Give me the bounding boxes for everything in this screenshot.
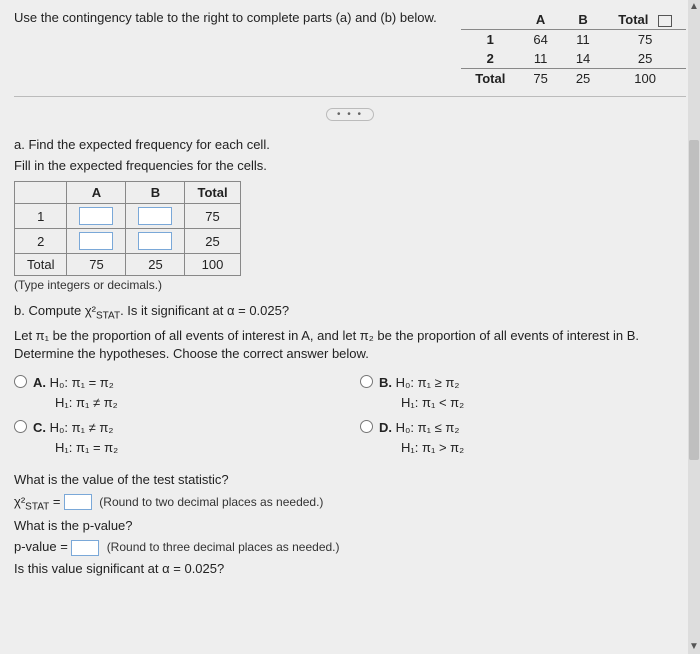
question-header: Use the contingency table to the right t… <box>14 10 686 97</box>
option-d[interactable]: D. H₀: π₁ ≤ π₂ H₁: π₁ > π₂ <box>360 418 686 457</box>
ct-row2-total: 25 <box>604 49 686 69</box>
part-a: a. Find the expected frequency for each … <box>14 136 686 292</box>
ct-row1-label: 1 <box>461 30 519 50</box>
ef-col-b: B <box>126 182 185 204</box>
ef-col-a: A <box>67 182 126 204</box>
ct-col-total: Total <box>604 10 686 30</box>
hypothesis-intro: Let π₁ be the proportion of all events o… <box>14 327 686 363</box>
pvalue-question: What is the p-value? <box>14 517 686 535</box>
ct-row1-total: 75 <box>604 30 686 50</box>
part-b: b. Compute χ²STAT. Is it significant at … <box>14 302 686 577</box>
test-stat-line: χ²STAT = (Round to two decimal places as… <box>14 493 686 515</box>
part-b-title: b. Compute χ²STAT. Is it significant at … <box>14 302 686 324</box>
ct-row2-a: 11 <box>519 49 561 69</box>
ef-blank <box>15 182 67 204</box>
ef-col-total: Total <box>185 182 240 204</box>
expected-frequency-table: A B Total 1 75 2 25 Total 75 25 100 <box>14 181 241 276</box>
ct-rowt-b: 25 <box>562 69 604 89</box>
ct-row1-b: 11 <box>562 30 604 50</box>
ef-row2-label: 2 <box>15 229 67 254</box>
ct-row1-a: 64 <box>519 30 561 50</box>
ef-row1-label: 1 <box>15 204 67 229</box>
ef-rowt-total: 100 <box>185 254 240 276</box>
ct-col-a: A <box>519 10 561 30</box>
scroll-up-arrow[interactable]: ▲ <box>688 0 700 14</box>
ct-blank-header <box>461 10 519 30</box>
test-stat-question: What is the value of the test statistic? <box>14 471 686 489</box>
ef-rowt-a: 75 <box>67 254 126 276</box>
pvalue-line: p-value = (Round to three decimal places… <box>14 538 686 556</box>
ct-rowt-a: 75 <box>519 69 561 89</box>
ef-row2-total: 25 <box>185 229 240 254</box>
ef-input-2a[interactable] <box>79 232 113 250</box>
ef-input-1b[interactable] <box>138 207 172 225</box>
radio-a[interactable] <box>14 375 27 388</box>
ellipsis-icon: • • • <box>326 108 374 121</box>
ct-rowt-label: Total <box>461 69 519 89</box>
option-b[interactable]: B. H₀: π₁ ≥ π₂ H₁: π₁ < π₂ <box>360 373 686 412</box>
radio-c[interactable] <box>14 420 27 433</box>
ef-row1-total: 75 <box>185 204 240 229</box>
option-c[interactable]: C. H₀: π₁ ≠ π₂ H₁: π₁ = π₂ <box>14 418 340 457</box>
part-a-subtitle: Fill in the expected frequencies for the… <box>14 157 686 175</box>
radio-b[interactable] <box>360 375 373 388</box>
significance-question: Is this value significant at α = 0.025? <box>14 560 686 578</box>
part-a-hint: (Type integers or decimals.) <box>14 278 686 292</box>
scroll-thumb[interactable] <box>689 140 699 460</box>
radio-d[interactable] <box>360 420 373 433</box>
ef-rowt-label: Total <box>15 254 67 276</box>
ct-row2-b: 14 <box>562 49 604 69</box>
option-a[interactable]: A. H₀: π₁ = π₂ H₁: π₁ ≠ π₂ <box>14 373 340 412</box>
prompt-text: Use the contingency table to the right t… <box>14 10 461 25</box>
ef-rowt-b: 25 <box>126 254 185 276</box>
options-grid: A. H₀: π₁ = π₂ H₁: π₁ ≠ π₂ B. H₀: π₁ ≥ π… <box>14 373 686 457</box>
ellipsis-divider[interactable]: • • • <box>14 105 686 120</box>
contingency-table: A B Total 1 64 11 75 2 11 14 25 Total <box>461 10 686 88</box>
ct-row2-label: 2 <box>461 49 519 69</box>
ct-rowt-total: 100 <box>604 69 686 89</box>
ct-col-b: B <box>562 10 604 30</box>
fullscreen-icon[interactable] <box>658 15 672 27</box>
ef-input-2b[interactable] <box>138 232 172 250</box>
test-stat-input[interactable] <box>64 494 92 510</box>
scrollbar[interactable]: ▲ ▼ <box>688 0 700 654</box>
scroll-down-arrow[interactable]: ▼ <box>688 640 700 654</box>
ef-input-1a[interactable] <box>79 207 113 225</box>
part-a-title: a. Find the expected frequency for each … <box>14 136 686 154</box>
pvalue-input[interactable] <box>71 540 99 556</box>
